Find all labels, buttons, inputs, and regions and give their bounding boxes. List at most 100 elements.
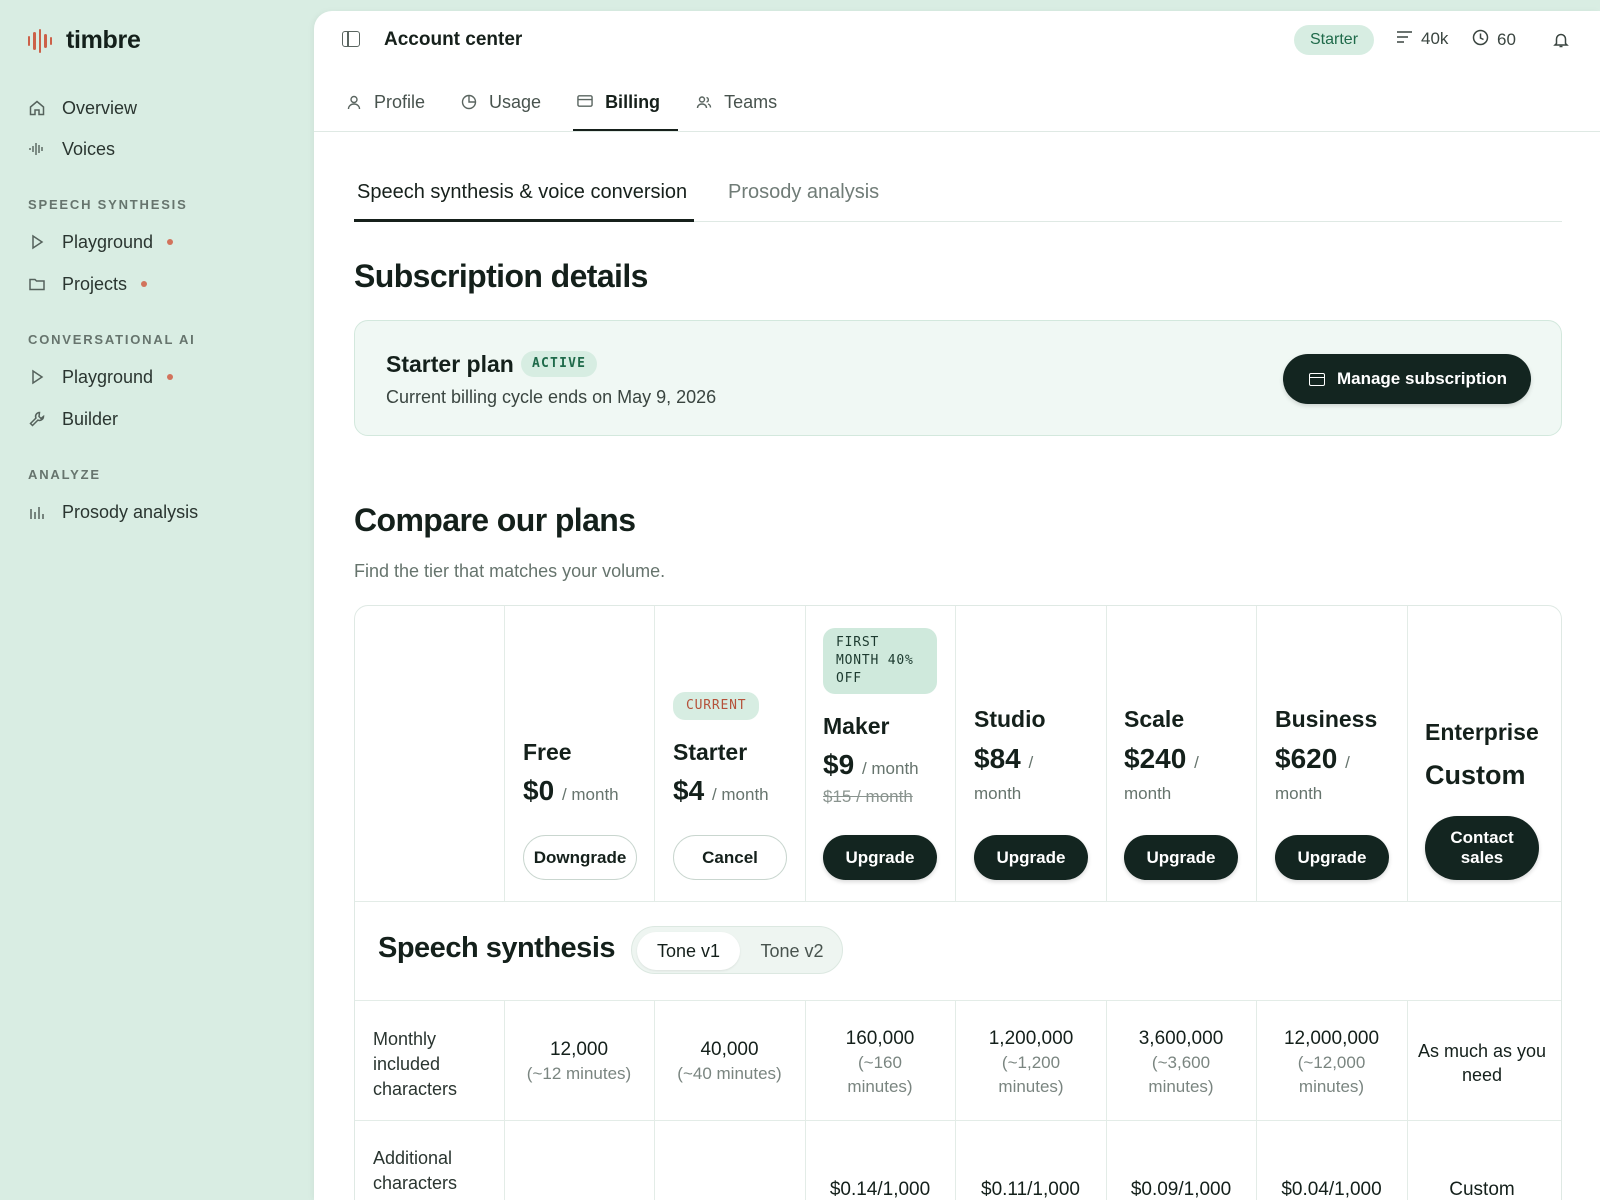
current-plan-badge[interactable]: Starter bbox=[1294, 25, 1375, 55]
toggle-tone-v2[interactable]: Tone v2 bbox=[740, 932, 844, 970]
price-amount: $9 bbox=[823, 749, 855, 780]
price-period: / bbox=[1028, 753, 1034, 772]
sidebar-item-label: Overview bbox=[62, 97, 138, 118]
contact-sales-button[interactable]: Contact sales bbox=[1425, 816, 1539, 880]
column-divider bbox=[504, 1000, 505, 1200]
sidebar-item-voices[interactable]: Voices bbox=[28, 135, 115, 163]
sidebar-toggle-icon[interactable] bbox=[342, 31, 360, 47]
upgrade-button[interactable]: Upgrade bbox=[974, 835, 1088, 880]
users-icon bbox=[696, 94, 712, 110]
cell-value: $0.09/1,000 bbox=[1130, 1179, 1232, 1200]
downgrade-button[interactable]: Downgrade bbox=[523, 835, 637, 880]
cell-subvalue: (~40 minutes) bbox=[677, 1064, 782, 1083]
play-icon bbox=[28, 368, 46, 386]
table-cell: Custom bbox=[1407, 1178, 1557, 1200]
characters-stat[interactable]: 40k bbox=[1396, 29, 1448, 49]
status-badge: ACTIVE bbox=[521, 351, 598, 377]
cell-value: 160,000 bbox=[845, 1028, 915, 1049]
bar-chart-icon bbox=[28, 503, 46, 521]
toggle-tone-v1[interactable]: Tone v1 bbox=[637, 932, 740, 970]
credit-card-icon bbox=[577, 94, 593, 110]
plan-name: Scale bbox=[1124, 706, 1185, 732]
cell-value: 1,200,000 bbox=[988, 1028, 1074, 1049]
sidebar-item-projects[interactable]: Projects bbox=[28, 270, 148, 298]
sidebar-item-playground-conversational[interactable]: Playground bbox=[28, 363, 174, 391]
wrench-icon bbox=[28, 410, 46, 428]
price-amount: $240 bbox=[1124, 743, 1187, 774]
table-cell: $0.11/1,000 bbox=[955, 1178, 1106, 1200]
table-cell: 12,000,000 (~12,000 minutes) bbox=[1271, 1027, 1392, 1099]
column-divider bbox=[504, 606, 505, 901]
cell-value: $0.11/1,000 bbox=[981, 1179, 1080, 1200]
price-period: / bbox=[1345, 753, 1350, 772]
plan-price: $620 / bbox=[1275, 742, 1350, 780]
subtab-active-indicator bbox=[354, 219, 694, 222]
price-amount: $4 bbox=[673, 775, 705, 806]
main-panel: Account center Starter 40k 60 Profile Us… bbox=[314, 11, 1600, 1200]
column-divider bbox=[654, 606, 655, 901]
plan-price: $0 / month bbox=[523, 774, 619, 812]
row-divider bbox=[355, 901, 1561, 902]
column-divider bbox=[1256, 606, 1257, 901]
row-divider bbox=[355, 1000, 1561, 1001]
original-price: $15 / month bbox=[823, 787, 913, 806]
tab-usage[interactable]: Usage bbox=[457, 79, 559, 125]
compare-subheading: Find the tier that matches your volume. bbox=[354, 561, 666, 581]
column-divider bbox=[955, 606, 956, 901]
minutes-remaining: 60 bbox=[1497, 30, 1516, 49]
upgrade-button[interactable]: Upgrade bbox=[823, 835, 937, 880]
manage-subscription-button[interactable]: Manage subscription bbox=[1282, 354, 1531, 404]
tab-teams[interactable]: Teams bbox=[692, 79, 795, 125]
subtab-speech-synthesis[interactable]: Speech synthesis & voice conversion bbox=[357, 181, 687, 204]
sidebar-item-label: Playground bbox=[62, 231, 154, 252]
new-indicator-dot bbox=[141, 281, 148, 287]
price-period-unit: month bbox=[1275, 784, 1323, 803]
upgrade-button[interactable]: Upgrade bbox=[1124, 835, 1238, 880]
top-bar: Account center Starter 40k 60 bbox=[314, 11, 1600, 69]
sidebar-item-label: Voices bbox=[62, 138, 116, 159]
bell-icon[interactable] bbox=[1552, 31, 1570, 49]
nav-section-analyze: ANALYZE bbox=[28, 467, 101, 482]
feature-label-included-characters: Monthly included characters bbox=[373, 1029, 458, 1099]
sidebar-item-playground-speech[interactable]: Playground bbox=[28, 228, 174, 256]
table-cell: $0.14/1,000 bbox=[805, 1178, 955, 1200]
table-cell: 160,000 (~160 minutes) bbox=[825, 1027, 935, 1099]
waveform-logo-icon bbox=[28, 28, 52, 53]
column-divider bbox=[1106, 1000, 1107, 1200]
waveform-icon bbox=[28, 140, 46, 158]
column-divider bbox=[1256, 1000, 1257, 1200]
subtab-prosody-analysis[interactable]: Prosody analysis bbox=[728, 181, 879, 204]
plan-name: Business bbox=[1275, 706, 1378, 732]
cancel-button[interactable]: Cancel bbox=[673, 835, 787, 880]
tab-billing[interactable]: Billing bbox=[573, 79, 679, 131]
characters-remaining: 40k bbox=[1421, 29, 1449, 48]
nav-section-speech-synthesis: SPEECH SYNTHESIS bbox=[28, 197, 188, 212]
cell-value: 3,600,000 bbox=[1138, 1028, 1224, 1049]
sidebar-item-overview[interactable]: Overview bbox=[28, 94, 137, 122]
upgrade-button[interactable]: Upgrade bbox=[1275, 835, 1389, 880]
brand[interactable]: timbre bbox=[28, 26, 141, 55]
credit-card-icon bbox=[1308, 372, 1325, 386]
minutes-stat[interactable]: 60 bbox=[1472, 29, 1516, 51]
column-divider bbox=[805, 1000, 806, 1200]
cell-value: 12,000 bbox=[549, 1039, 609, 1060]
feature-label-additional-characters: Additional characters bbox=[373, 1148, 458, 1193]
plan-name: Enterprise bbox=[1425, 719, 1539, 745]
compare-heading: Compare our plans bbox=[354, 502, 636, 538]
plans-comparison-table: Free $0 / month Downgrade CURRENT Starte… bbox=[354, 605, 1562, 1200]
cell-subvalue: (~160 minutes) bbox=[847, 1053, 913, 1096]
user-icon bbox=[346, 94, 362, 110]
account-tabs: Profile Usage Billing Teams bbox=[342, 79, 809, 132]
product-subtabs: Speech synthesis & voice conversion Pros… bbox=[354, 171, 1562, 222]
home-icon bbox=[28, 99, 46, 117]
clock-pie-icon bbox=[461, 94, 477, 110]
price-period: / month bbox=[861, 759, 919, 778]
clock-icon bbox=[1472, 29, 1489, 51]
sidebar-item-builder[interactable]: Builder bbox=[28, 405, 118, 433]
price-amount: $84 bbox=[974, 743, 1021, 774]
tab-profile[interactable]: Profile bbox=[342, 79, 443, 125]
table-cell: $0.04/1,000 bbox=[1256, 1178, 1407, 1200]
table-cell: As much as you need bbox=[1417, 1039, 1547, 1087]
sidebar-item-prosody-analysis[interactable]: Prosody analysis bbox=[28, 498, 198, 526]
text-lines-icon bbox=[1396, 29, 1413, 49]
